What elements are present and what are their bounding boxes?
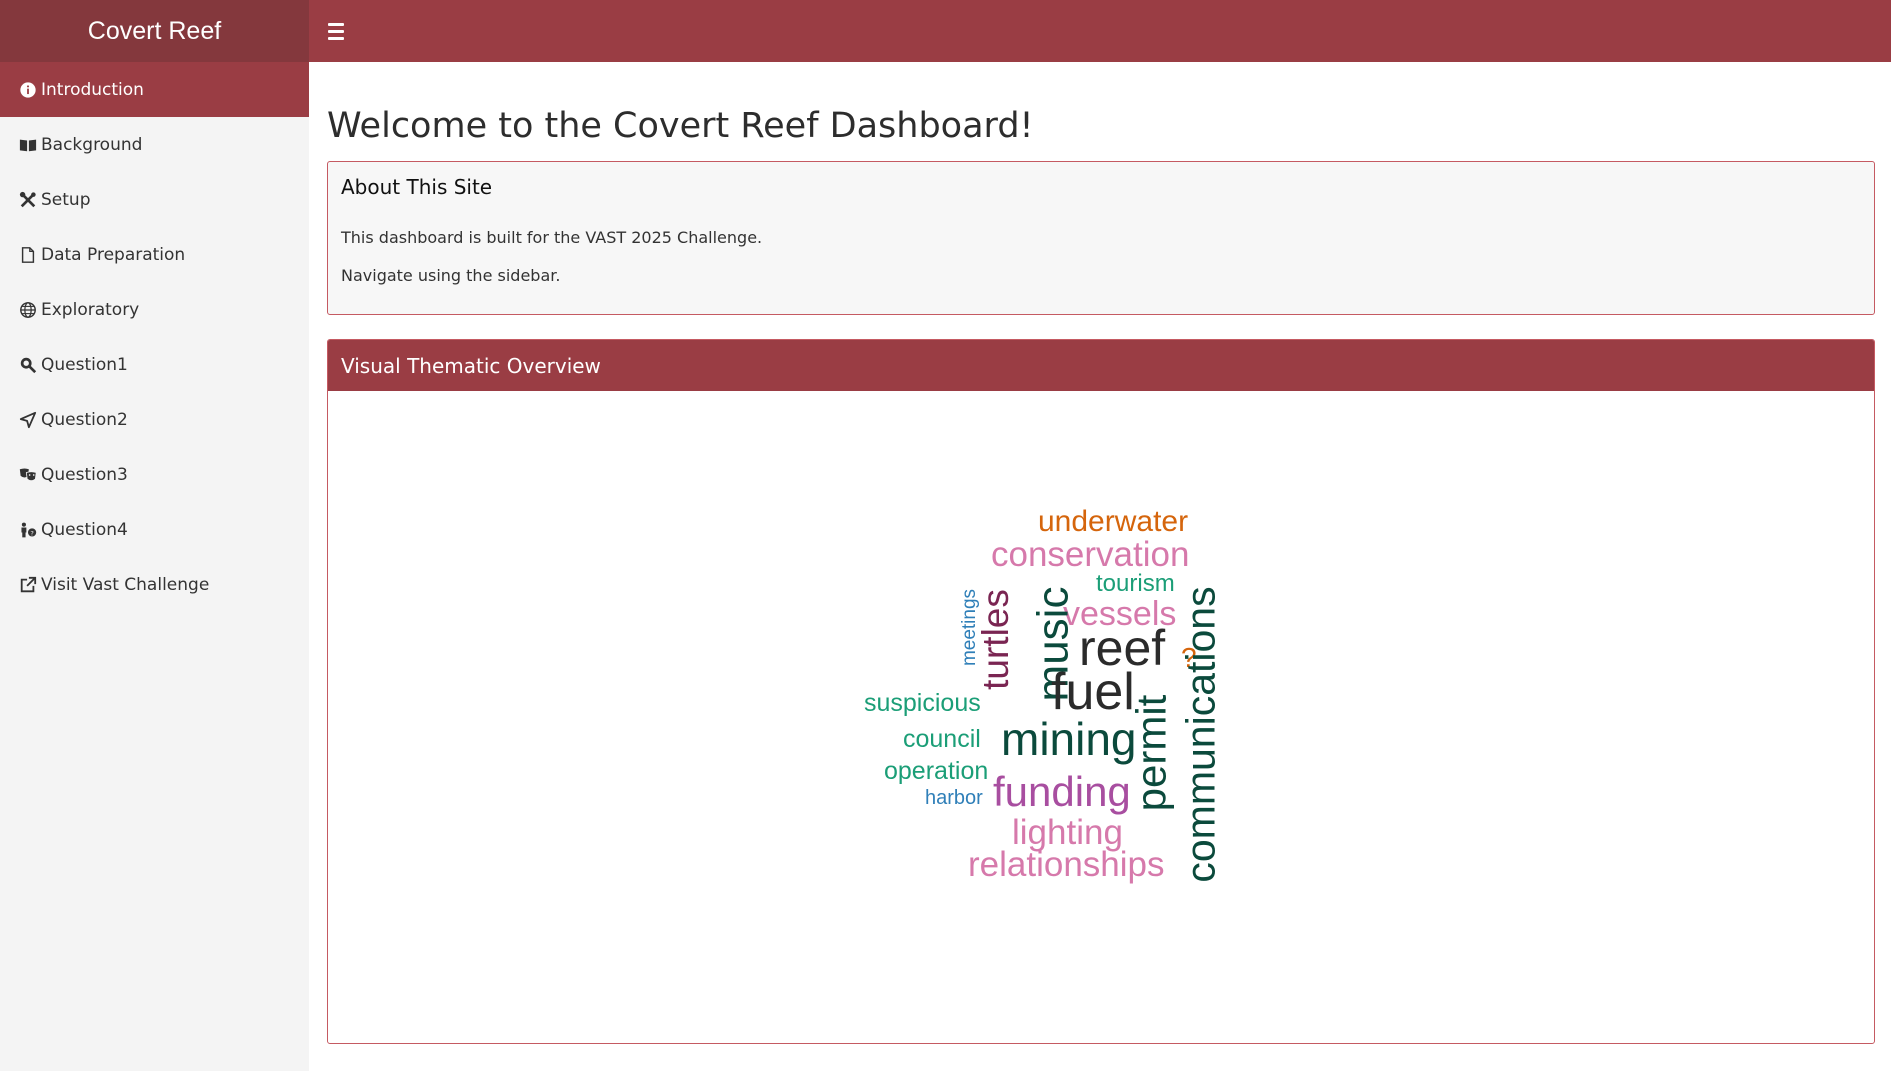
- wordcloud-area: underwater conservation tourism meetings…: [328, 391, 1874, 1043]
- word-operation: operation: [884, 757, 989, 785]
- word-permit: permit: [1127, 694, 1175, 812]
- word-suspicious: suspicious: [864, 689, 981, 717]
- sidebar-item-label: Exploratory: [41, 299, 140, 320]
- sidebar-item-label: Visit Vast Challenge: [41, 574, 210, 595]
- word-communications: communications: [1177, 586, 1224, 883]
- top-navbar: [309, 0, 1891, 62]
- sidebar-item-exploratory[interactable]: Exploratory: [0, 282, 309, 337]
- wordcloud-box: Visual Thematic Overview underwater cons…: [327, 339, 1875, 1044]
- sidebar-item-label: Setup: [41, 189, 91, 210]
- sidebar-item-data-preparation[interactable]: Data Preparation: [0, 227, 309, 282]
- word-underwater: underwater: [1038, 505, 1189, 538]
- sidebar-item-question2[interactable]: Question2: [0, 392, 309, 447]
- sidebar-item-introduction[interactable]: Introduction: [0, 62, 309, 117]
- page-title: Welcome to the Covert Reef Dashboard!: [327, 106, 1034, 146]
- sidebar: Introduction Background Setup Data Prepa…: [0, 62, 309, 1071]
- book-open-icon: [18, 135, 38, 155]
- word-harbor: harbor: [925, 787, 983, 809]
- word-relationships: relationships: [968, 845, 1165, 884]
- sidebar-item-setup[interactable]: Setup: [0, 172, 309, 227]
- word-turtles: turtles: [974, 589, 1016, 690]
- sidebar-item-label: Question4: [41, 519, 128, 540]
- wordcloud-title: Visual Thematic Overview: [328, 340, 1874, 391]
- sidebar-item-question1[interactable]: Question1: [0, 337, 309, 392]
- word-fuel: fuel: [1051, 663, 1135, 721]
- sidebar-toggle-icon[interactable]: [326, 18, 352, 44]
- theater-masks-icon: [18, 465, 38, 485]
- external-link-icon: [18, 575, 38, 595]
- location-arrow-icon: [18, 410, 38, 430]
- sidebar-item-label: Question3: [41, 464, 128, 485]
- tools-icon: [18, 190, 38, 210]
- main-content: Welcome to the Covert Reef Dashboard! Ab…: [309, 62, 1891, 1071]
- about-title: About This Site: [341, 175, 493, 199]
- about-box: About This Site This dashboard is built …: [327, 161, 1875, 315]
- word-mining: mining: [1001, 713, 1137, 765]
- app-root: Covert Reef Introduction Background Setu…: [0, 0, 1891, 1071]
- svg-text:?: ?: [30, 529, 34, 537]
- person-question-icon: ?: [18, 520, 38, 540]
- about-text: Navigate using the sidebar.: [341, 266, 561, 285]
- info-circle-icon: [18, 80, 38, 100]
- word-council: council: [903, 725, 981, 753]
- sidebar-item-label: Question1: [41, 354, 128, 375]
- sidebar-item-question4[interactable]: ? Question4: [0, 502, 309, 557]
- sidebar-item-background[interactable]: Background: [0, 117, 309, 172]
- word-conservation: conservation: [991, 535, 1190, 574]
- sidebar-item-visit-vast-challenge[interactable]: Visit Vast Challenge: [0, 557, 309, 612]
- sidebar-item-label: Question2: [41, 409, 128, 430]
- globe-icon: [18, 300, 38, 320]
- file-icon: [18, 245, 38, 265]
- about-text: This dashboard is built for the VAST 202…: [341, 228, 763, 247]
- word-tourism: tourism: [1096, 570, 1175, 597]
- word-funding: funding: [993, 768, 1131, 815]
- search-magnify-icon: [18, 355, 38, 375]
- sidebar-item-label: Introduction: [41, 79, 144, 100]
- app-title[interactable]: Covert Reef: [0, 0, 309, 62]
- sidebar-item-question3[interactable]: Question3: [0, 447, 309, 502]
- sidebar-item-label: Data Preparation: [41, 244, 186, 265]
- sidebar-item-label: Background: [41, 134, 143, 155]
